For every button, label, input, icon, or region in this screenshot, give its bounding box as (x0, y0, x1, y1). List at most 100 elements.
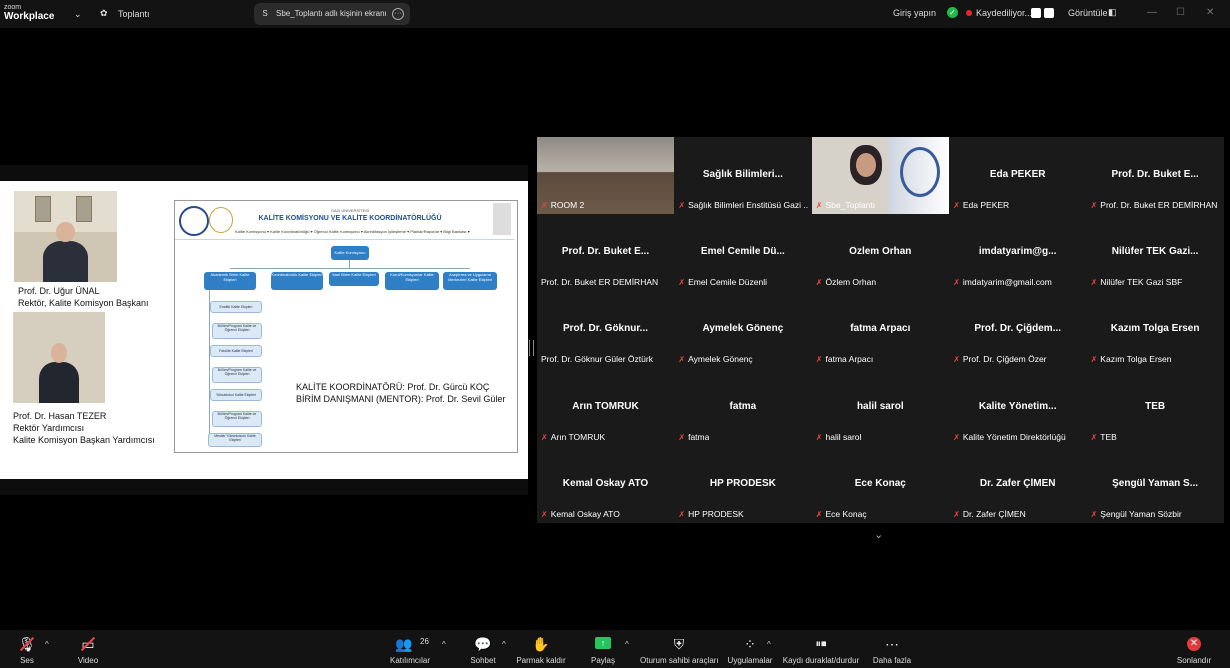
participant-name: Emel Cemile Düzenli (688, 277, 767, 288)
participant-name: Sağlık Bilimleri Enstitüsü Gazi ... (688, 200, 809, 210)
apps-icon: ⁘ (744, 636, 756, 652)
screen-share-indicator[interactable]: S Sbe_Toplantı adlı kişinin ekranı ··· (254, 3, 410, 25)
participant-tile[interactable]: Prof. Dr. Göknur... Prof. Dr. Göknur Güle… (537, 291, 674, 369)
participant-tile[interactable]: Prof. Dr. Çiğdem... ✗ Prof. Dr. Çiğdem Öze… (949, 291, 1087, 369)
apps-caret-icon[interactable]: ^ (767, 640, 771, 649)
vice-rector-caption: Prof. Dr. Hasan TEZER Rektör Yardımcısı … (13, 410, 155, 446)
participant-display-name: Prof. Dr. Çiğdem... (974, 323, 1062, 335)
vice-rector-name: Prof. Dr. Hasan TEZER (13, 411, 107, 421)
participant-tile[interactable]: Eda PEKER ✗ Eda PEKER (949, 137, 1087, 214)
participant-display-name: Sağlık Bilimleri... (702, 169, 783, 180)
apps-button[interactable]: ⁘ Uygulamalar (726, 630, 774, 668)
shield-icon: ⛨ (673, 636, 685, 652)
org-node: İdari Birim Kalite Ekipleri (329, 272, 379, 286)
logo-product: Workplace (4, 11, 55, 22)
participant-tile[interactable]: ✗ ROOM 2 (537, 137, 674, 214)
minimize-icon[interactable]: — (1147, 7, 1157, 18)
raise-hand-button[interactable]: ✋ Parmak kaldır (516, 630, 566, 668)
meeting-menu[interactable]: Toplantı (118, 9, 150, 19)
muted-mic-icon: ✗ (953, 432, 960, 442)
view-menu[interactable]: Görüntüle (1068, 8, 1108, 18)
participant-tile[interactable]: Kazım Tolga Ersen ✗ Kazım Tolga Ersen (1086, 291, 1224, 369)
host-tools-label: Oturum sahibi araçları (640, 656, 719, 665)
more-options-icon[interactable]: ··· (392, 8, 404, 20)
view-layout-icon[interactable]: ◧ (1108, 7, 1117, 18)
participants-caret-icon[interactable]: ^ (442, 640, 446, 649)
participant-display-name: Kazım Tolga Ersen (1110, 323, 1200, 335)
participant-tile[interactable]: Emel Cemile Dü... ✗ Emel Cemile Düzenli (674, 214, 812, 292)
participant-tile[interactable]: ✗ Sbe_Toplantı (811, 137, 949, 214)
rector-photo (14, 191, 117, 282)
participant-display-name: fatma (729, 400, 757, 412)
participant-name-label: ✗ TEB (1091, 432, 1117, 444)
participant-name: Kazım Tolga Ersen (1100, 354, 1172, 365)
participant-name-label: ✗ Nilüfer TEK Gazi SBF (1091, 277, 1183, 289)
participants-button[interactable]: 👥 26 Katılımcılar (388, 630, 432, 668)
more-button[interactable]: ⋯ Daha fazla (872, 630, 912, 668)
participant-tile[interactable]: TEB ✗ TEB (1086, 368, 1224, 446)
participant-tile[interactable]: Kemal Oskay ATO ✗ Kemal Oskay ATO (537, 445, 674, 523)
participant-display-name: imdatyarim@g... (978, 246, 1057, 258)
zoom-logo: zoom Workplace (4, 3, 55, 22)
participant-tile[interactable]: Prof. Dr. Buket E... Prof. Dr. Buket ER D… (537, 214, 674, 292)
split-resize-handle[interactable] (529, 340, 534, 356)
participant-display-name: Arın TOMRUK (572, 400, 639, 412)
participant-tile[interactable]: halil sarol ✗ halil sarol (811, 368, 949, 446)
chevron-down-icon[interactable]: ⌄ (74, 9, 82, 20)
org-root-node: Kalite Komisyonu (331, 246, 369, 260)
participant-name-label: ✗ Kazım Tolga Ersen (1091, 354, 1172, 366)
participant-tile[interactable]: Prof. Dr. Buket E... ✗ Prof. Dr. Buket ER … (1086, 137, 1224, 214)
participant-tile[interactable]: Özlem Orhan ✗ Özlem Orhan (811, 214, 949, 292)
participant-name: halil sarol (825, 431, 862, 442)
chevron-down-icon[interactable]: ⌄ (874, 528, 883, 541)
participant-tile[interactable]: Aymelek Gönenç ✗ Aymelek Gönenç (674, 291, 812, 369)
participant-tile[interactable]: Nilüfer TEK Gazi... ✗ Nilüfer TEK Gazi SBF (1086, 214, 1224, 292)
participant-name: TEB (1100, 431, 1117, 442)
share-caret-icon[interactable]: ^ (625, 640, 629, 649)
audio-label: Ses (20, 656, 34, 665)
pause-recording-button[interactable] (1031, 8, 1041, 18)
recording-label: Kaydı duraklat/durdur (782, 656, 860, 665)
share-button[interactable]: ↑ Paylaş (588, 630, 618, 668)
participant-tile[interactable]: Şengül Yaman S... ✗ Şengül Yaman Sözbir (1086, 445, 1224, 523)
participant-tile[interactable]: fatma Arpacı ✗ fatma Arpacı (811, 291, 949, 369)
close-icon[interactable]: ✕ (1206, 7, 1214, 18)
university-seal-icon (179, 206, 209, 236)
recording-dot-icon (966, 10, 972, 16)
participant-tile[interactable]: Sağlık Bilimleri... ✗ Sağlık Bilimleri Ens… (674, 137, 812, 214)
stop-recording-button[interactable] (1044, 8, 1054, 18)
participant-tile[interactable]: HP PRODESK ✗ HP PRODESK (674, 445, 812, 523)
video-button[interactable]: ▭ Video (72, 630, 104, 668)
participant-tile[interactable]: Arın TOMRUK ✗ Arın TOMRUK (537, 368, 674, 446)
participant-tile[interactable]: Dr. Zafer ÇİMEN ✗ Dr. Zafer ÇİMEN (949, 445, 1087, 523)
chat-caret-icon[interactable]: ^ (502, 640, 506, 649)
login-link[interactable]: Giriş yapın (893, 8, 936, 18)
participant-name: fatma Arpacı (825, 354, 874, 365)
vice-rector-title-1: Rektör Yardımcısı (13, 423, 85, 433)
participant-display-name: Prof. Dr. Göknur... (562, 323, 648, 335)
participant-tile[interactable]: fatma ✗ fatma (674, 368, 812, 446)
participant-tile[interactable]: Ece Konaç ✗ Ece Konaç (811, 445, 949, 523)
participants-icon: 👥 (395, 636, 413, 652)
participant-name-label: ✗ Prof. Dr. Buket ER DEMİRHAN (1091, 200, 1218, 212)
audio-options-caret-icon[interactable]: ^ (45, 640, 49, 649)
recording-control-button[interactable]: ⏸⏹ Kaydı duraklat/durdur (782, 630, 860, 668)
participant-name: imdatyarim@gmail.com (962, 277, 1052, 288)
audio-button[interactable]: 🎙 Ses (12, 630, 42, 668)
end-meeting-button[interactable]: ✕ Sonlandır (1174, 630, 1214, 668)
muted-mic-icon: ✗ (541, 201, 548, 210)
participant-tile[interactable]: imdatyarim@g... ✗ imdatyarim@gmail.com (949, 214, 1087, 292)
participant-name-label: ✗ Özlem Orhan (816, 277, 876, 289)
muted-mic-icon: ✗ (678, 432, 686, 442)
participant-name: Ece Konaç (825, 508, 867, 519)
security-shield-icon[interactable]: ✓ (947, 7, 958, 18)
participant-name: HP PRODESK (688, 508, 744, 519)
participant-name-label: ✗ imdatyarim@gmail.com (953, 277, 1052, 289)
maximize-icon[interactable]: ☐ (1176, 7, 1185, 18)
university-logo-icon (899, 147, 940, 197)
top-bar: zoom Workplace ⌄ ✿ Toplantı S Sbe_Toplan… (0, 0, 1230, 28)
host-tools-button[interactable]: ⛨ Oturum sahibi araçları (640, 630, 719, 668)
chat-button[interactable]: 💬 Sohbet (466, 630, 500, 668)
participant-name-label: ✗ Prof. Dr. Çiğdem Özer (953, 354, 1046, 366)
participant-tile[interactable]: Kalite Yönetim... ✗ Kalite Yönetim Direktö… (949, 368, 1087, 446)
